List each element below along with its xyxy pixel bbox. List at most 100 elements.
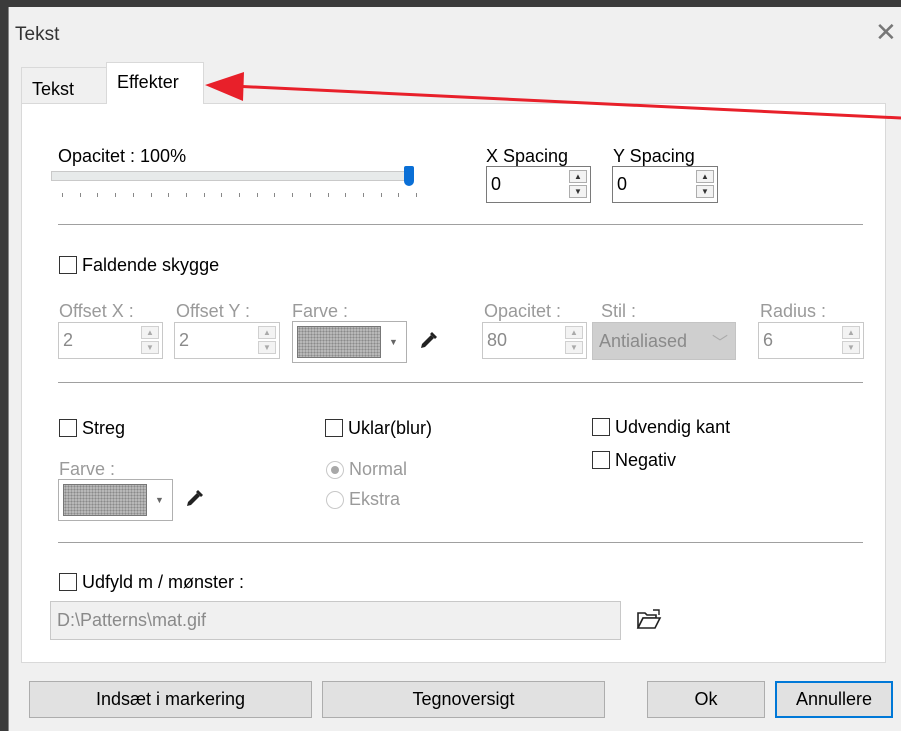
slider-tick	[221, 193, 223, 197]
slider-tick	[292, 193, 294, 197]
slider-tick	[380, 193, 382, 197]
blur-extra-radio[interactable]	[326, 491, 344, 509]
eyedropper-icon[interactable]	[418, 329, 440, 351]
window-title: Tekst	[15, 24, 60, 45]
slider-tick	[345, 193, 347, 197]
slider-tick	[327, 193, 329, 197]
close-icon[interactable]: ✕	[875, 17, 897, 47]
shadow-opacity-spinner[interactable]: 80 ▲ ▼	[482, 322, 587, 359]
slider-tick	[150, 193, 152, 197]
chevron-down-icon: ﹀	[711, 335, 728, 352]
title-bar: Tekst ✕	[9, 7, 901, 59]
radius-label: Radius :	[760, 301, 827, 321]
radio-selected-dot	[331, 466, 339, 474]
slider-tick	[256, 193, 258, 197]
slider-tick	[132, 193, 134, 197]
x-spacing-label: X Spacing	[486, 146, 569, 166]
stroke-checkbox[interactable]	[59, 419, 77, 437]
style-dropdown[interactable]: Antialiased ﹀	[592, 322, 736, 360]
y-spacing-up-button[interactable]: ▲	[696, 170, 714, 183]
tab-effekter[interactable]: Effekter	[106, 62, 204, 104]
slider-tick	[416, 193, 417, 197]
slider-tick	[115, 193, 117, 197]
radius-spinner[interactable]: 6 ▲ ▼	[758, 322, 864, 359]
drop-shadow-checkbox[interactable]	[59, 256, 77, 274]
x-spacing-value: 0	[491, 174, 502, 194]
offset-x-up-button[interactable]: ▲	[141, 326, 159, 339]
stroke-color-label: Farve :	[59, 459, 116, 479]
offset-x-down-button[interactable]: ▼	[141, 341, 159, 354]
slider-tick	[97, 193, 99, 197]
stroke-color-swatch	[63, 484, 147, 516]
slider-tick	[62, 193, 63, 197]
shadow-opacity-down-button[interactable]: ▼	[565, 341, 583, 354]
offset-x-label: Offset X :	[59, 301, 134, 321]
slider-tick	[185, 193, 187, 197]
offset-y-label: Offset Y :	[176, 301, 251, 321]
pattern-path-input[interactable]: D:\Patterns\mat.gif	[50, 601, 621, 640]
blur-checkbox[interactable]	[325, 419, 343, 437]
x-spacing-down-button[interactable]: ▼	[569, 185, 587, 198]
shadow-opacity-value: 80	[487, 330, 508, 350]
slider-tick	[79, 193, 81, 197]
insert-in-selection-button[interactable]: Indsæt i markering	[29, 681, 312, 718]
radius-down-button[interactable]: ▼	[842, 341, 860, 354]
blur-normal-radio[interactable]	[326, 461, 344, 479]
slider-tick	[309, 193, 311, 197]
style-label: Stil :	[601, 301, 637, 321]
slider-tick	[362, 193, 364, 197]
separator	[58, 382, 863, 383]
outer-edge-checkbox[interactable]	[592, 418, 610, 436]
eyedropper-icon[interactable]	[184, 487, 206, 509]
radius-value: 6	[763, 330, 774, 350]
character-map-button[interactable]: Tegnoversigt	[322, 681, 605, 718]
pattern-fill-checkbox[interactable]	[59, 573, 77, 591]
offset-y-spinner[interactable]: 2 ▲ ▼	[174, 322, 280, 359]
shadow-color-swatch	[297, 326, 381, 358]
shadow-opacity-up-button[interactable]: ▲	[565, 326, 583, 339]
y-spacing-spinner[interactable]: 0 ▲ ▼	[612, 166, 718, 203]
tab-tekst[interactable]: Tekst	[21, 67, 111, 104]
slider-tick	[398, 193, 400, 197]
stroke-label: Streg	[82, 418, 126, 438]
stroke-color-picker[interactable]: ▼	[58, 479, 173, 521]
style-value: Antialiased	[599, 331, 688, 351]
outer-edge-label: Udvendig kant	[615, 417, 731, 437]
shadow-opacity-label: Opacitet :	[484, 301, 562, 321]
shadow-color-label: Farve :	[292, 301, 349, 321]
y-spacing-down-button[interactable]: ▼	[696, 185, 714, 198]
shadow-color-picker[interactable]: ▼	[292, 321, 407, 363]
slider-tick	[239, 193, 240, 197]
negative-checkbox[interactable]	[592, 451, 610, 469]
x-spacing-up-button[interactable]: ▲	[569, 170, 587, 183]
x-spacing-spinner[interactable]: 0 ▲ ▼	[486, 166, 591, 203]
ok-button[interactable]: Ok	[647, 681, 765, 718]
slider-tick	[274, 193, 276, 197]
slider-tick	[203, 193, 205, 197]
separator	[58, 542, 863, 543]
offset-y-up-button[interactable]: ▲	[258, 326, 276, 339]
chevron-down-icon[interactable]: ▼	[384, 326, 403, 358]
blur-normal-label: Normal	[349, 459, 408, 479]
offset-x-value: 2	[63, 330, 74, 350]
pattern-path-value: D:\Patterns\mat.gif	[57, 610, 207, 630]
separator	[58, 224, 863, 225]
drop-shadow-label: Faldende skygge	[82, 255, 220, 275]
blur-label: Uklar(blur)	[348, 418, 433, 438]
offset-y-value: 2	[179, 330, 190, 350]
open-folder-icon[interactable]	[636, 608, 662, 632]
y-spacing-value: 0	[617, 174, 628, 194]
negative-label: Negativ	[615, 450, 677, 470]
cancel-button[interactable]: Annullere	[775, 681, 893, 718]
blur-extra-label: Ekstra	[349, 489, 401, 509]
opacity-slider-track[interactable]	[51, 171, 412, 181]
chevron-down-icon[interactable]: ▼	[150, 484, 169, 516]
y-spacing-label: Y Spacing	[613, 146, 695, 166]
radius-up-button[interactable]: ▲	[842, 326, 860, 339]
pattern-fill-label: Udfyld m / mønster :	[82, 572, 245, 592]
offset-x-spinner[interactable]: 2 ▲ ▼	[58, 322, 163, 359]
opacity-label: Opacitet : 100%	[58, 146, 187, 166]
offset-y-down-button[interactable]: ▼	[258, 341, 276, 354]
slider-tick	[168, 193, 170, 197]
opacity-slider-thumb[interactable]	[404, 166, 414, 186]
